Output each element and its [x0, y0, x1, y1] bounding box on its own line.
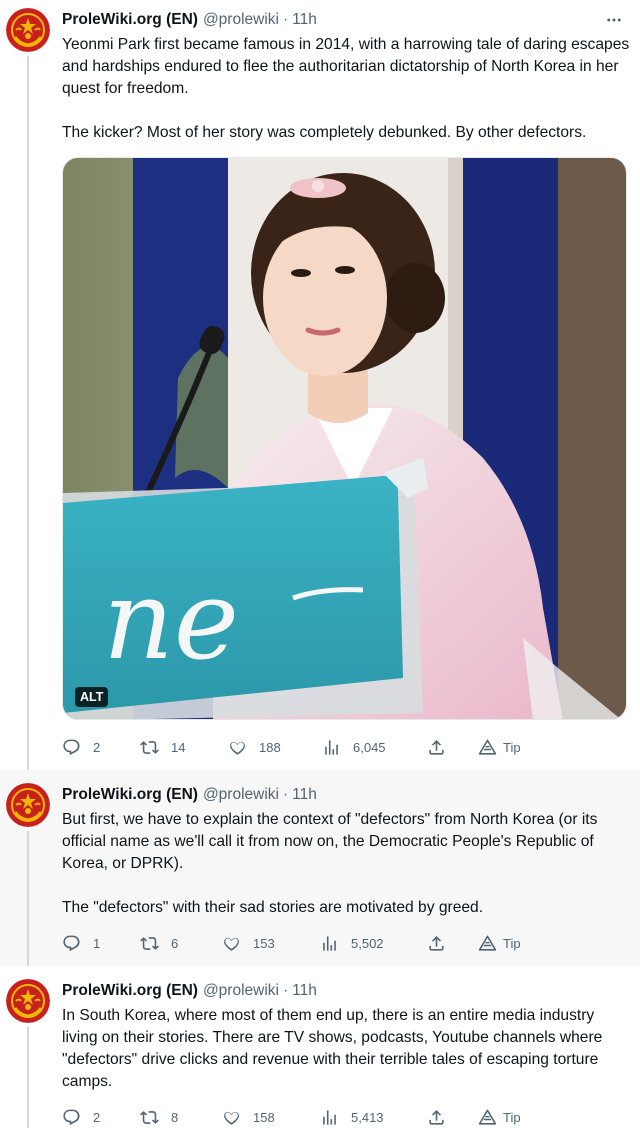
like-button[interactable]: 158	[222, 1105, 275, 1128]
timestamp[interactable]: 11h	[292, 11, 317, 29]
separator-dot: ·	[282, 786, 289, 803]
avatar[interactable]	[6, 979, 50, 1023]
like-icon	[222, 934, 241, 953]
display-name[interactable]: ProleWiki.org (EN)	[62, 786, 198, 804]
tweet-paragraph: But first, we have to explain the contex…	[62, 811, 598, 872]
views-icon	[322, 738, 341, 757]
views-button[interactable]: 5,413	[320, 1105, 384, 1128]
retweet-count: 14	[171, 739, 186, 755]
avatar-logo-icon	[6, 783, 50, 827]
user-handle[interactable]: @prolewiki	[203, 11, 279, 29]
more-icon	[605, 11, 623, 29]
tip-icon	[478, 1108, 497, 1127]
tip-button[interactable]: Tip	[478, 735, 521, 759]
timestamp[interactable]: 11h	[292, 982, 317, 1000]
views-count: 6,045	[353, 739, 386, 755]
like-icon	[228, 738, 247, 757]
reply-count: 2	[93, 739, 101, 755]
share-icon	[427, 738, 446, 757]
tweet-header: ProleWiki.org (EN) @prolewiki · 11h	[62, 980, 317, 1002]
like-button[interactable]: 153	[222, 931, 275, 955]
share-button[interactable]	[427, 931, 446, 955]
reply-icon	[62, 738, 81, 757]
tweet-paragraph: In South Korea, where most of them end u…	[62, 1007, 603, 1090]
share-icon	[427, 1108, 446, 1127]
like-count: 188	[259, 739, 281, 755]
tweet-2[interactable]: ProleWiki.org (EN) @prolewiki · 11h But …	[0, 770, 640, 966]
avatar[interactable]	[6, 8, 50, 52]
like-icon	[222, 1108, 241, 1127]
thread-line	[27, 831, 29, 966]
avatar[interactable]	[6, 783, 50, 827]
tip-label: Tip	[503, 739, 521, 755]
thread-line	[27, 1027, 29, 1128]
separator-dot: ·	[282, 982, 289, 999]
tweet-paragraph: Yeonmi Park first became famous in 2014,…	[62, 36, 630, 97]
views-count: 5,413	[351, 1109, 384, 1125]
retweet-button[interactable]: 6	[140, 931, 178, 955]
timestamp[interactable]: 11h	[292, 786, 317, 804]
tweet-1[interactable]: ProleWiki.org (EN) @prolewiki · 11h Yeon…	[0, 0, 640, 770]
user-handle[interactable]: @prolewiki	[203, 786, 279, 804]
retweet-button[interactable]: 8	[140, 1105, 178, 1128]
retweet-button[interactable]: 14	[140, 735, 185, 759]
reply-button[interactable]: 1	[62, 931, 100, 955]
views-icon	[320, 934, 339, 953]
reply-icon	[62, 934, 81, 953]
speaker-photo: ne	[63, 158, 626, 719]
retweet-count: 6	[171, 935, 179, 951]
views-button[interactable]: 6,045	[322, 735, 386, 759]
avatar-logo-icon	[6, 979, 50, 1023]
retweet-icon	[140, 738, 159, 757]
reply-button[interactable]: 2	[62, 735, 100, 759]
svg-text:ne: ne	[103, 556, 239, 684]
thread-line	[27, 56, 29, 770]
tweet-actions: 2 14 188 6,045 Tip	[62, 735, 532, 759]
user-handle[interactable]: @prolewiki	[203, 982, 279, 1000]
tip-label: Tip	[503, 1109, 521, 1125]
views-count: 5,502	[351, 935, 384, 951]
tweet-text: Yeonmi Park first became famous in 2014,…	[62, 34, 632, 144]
tweet-3[interactable]: ProleWiki.org (EN) @prolewiki · 11h In S…	[0, 966, 640, 1128]
share-button[interactable]	[427, 735, 446, 759]
views-icon	[320, 1108, 339, 1127]
tip-icon	[478, 738, 497, 757]
tip-label: Tip	[503, 935, 521, 951]
retweet-count: 8	[171, 1109, 179, 1125]
share-icon	[427, 934, 446, 953]
tweet-header: ProleWiki.org (EN) @prolewiki · 11h	[62, 784, 317, 806]
tweet-paragraph: The kicker? Most of her story was comple…	[62, 124, 587, 141]
like-button[interactable]: 188	[228, 735, 281, 759]
like-count: 153	[253, 935, 275, 951]
reply-button[interactable]: 2	[62, 1105, 100, 1128]
reply-icon	[62, 1108, 81, 1127]
reply-count: 2	[93, 1109, 101, 1125]
like-count: 158	[253, 1109, 275, 1125]
retweet-icon	[140, 934, 159, 953]
display-name[interactable]: ProleWiki.org (EN)	[62, 982, 198, 1000]
share-button[interactable]	[427, 1105, 446, 1128]
alt-text-badge[interactable]: ALT	[75, 687, 109, 707]
views-button[interactable]: 5,502	[320, 931, 384, 955]
tweet-actions: 1 6 153 5,502 Tip	[62, 931, 532, 955]
avatar-logo-icon	[6, 8, 50, 52]
tweet-actions: 2 8 158 5,413 Tip	[62, 1105, 532, 1128]
reply-count: 1	[93, 935, 101, 951]
tweet-text: In South Korea, where most of them end u…	[62, 1005, 632, 1093]
tweet-media-image[interactable]: ne ALT	[62, 157, 627, 720]
tweet-text: But first, we have to explain the contex…	[62, 809, 632, 919]
tip-button[interactable]: Tip	[478, 931, 521, 955]
tweet-header: ProleWiki.org (EN) @prolewiki · 11h	[62, 9, 317, 31]
more-options-button[interactable]	[602, 10, 626, 30]
tip-icon	[478, 934, 497, 953]
tweet-paragraph: The "defectors" with their sad stories a…	[62, 899, 484, 916]
tip-button[interactable]: Tip	[478, 1105, 521, 1128]
separator-dot: ·	[282, 11, 289, 28]
display-name[interactable]: ProleWiki.org (EN)	[62, 11, 198, 29]
retweet-icon	[140, 1108, 159, 1127]
